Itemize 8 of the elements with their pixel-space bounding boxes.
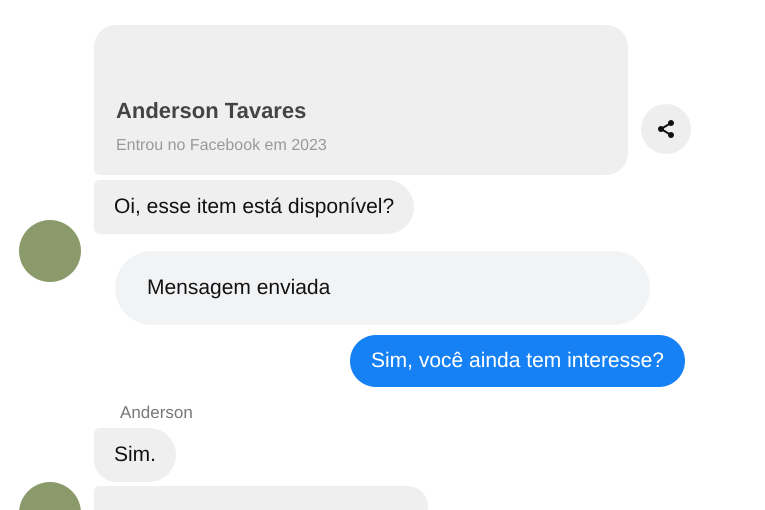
profile-subtitle: Entrou no Facebook em 2023 xyxy=(116,137,328,155)
profile-name: Anderson Tavares xyxy=(116,98,308,124)
share-button[interactable] xyxy=(641,104,691,154)
message-bubble: Sim, você ainda tem interesse? xyxy=(350,335,685,387)
message-bubble: Oi, esse item está disponível? xyxy=(94,180,414,234)
message-bubble: Mensagem enviada xyxy=(115,251,650,325)
sender-name: Anderson xyxy=(120,403,193,423)
message-bubble: Sim. xyxy=(94,428,176,482)
